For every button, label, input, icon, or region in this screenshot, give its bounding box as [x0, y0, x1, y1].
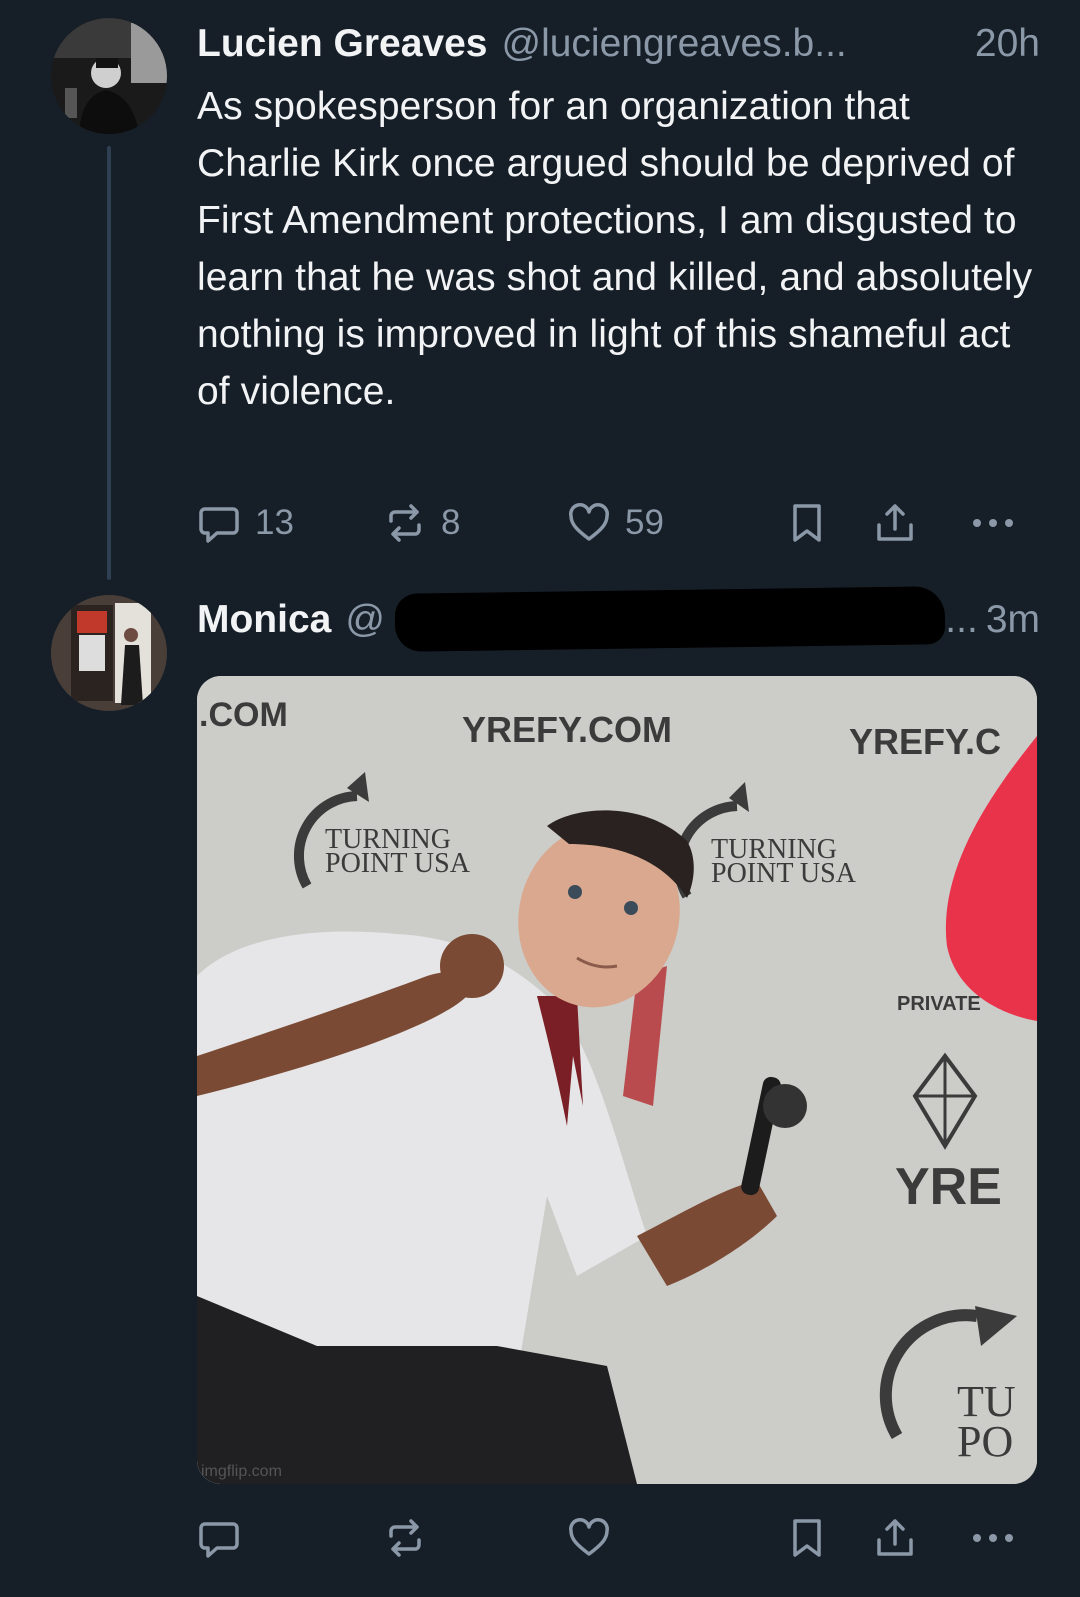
author-name[interactable]: Lucien Greaves: [197, 14, 487, 74]
redaction-scribble: [394, 586, 946, 652]
private-text: PRIVATE: [897, 993, 981, 1015]
repost-button[interactable]: 8: [383, 498, 460, 548]
action-bar: 13 8 59: [197, 498, 1037, 548]
bookmark-button[interactable]: [785, 498, 829, 548]
avatar-monica[interactable]: [51, 595, 167, 711]
share-icon: [877, 1519, 913, 1556]
avatar-image: [51, 18, 167, 134]
bookmark-icon: [793, 504, 821, 542]
sponsor-text: YREFY.C: [849, 721, 1001, 762]
reply-icon: [199, 507, 239, 543]
share-button[interactable]: [873, 498, 917, 548]
logo-text: POINT USA: [711, 858, 857, 889]
reply-button[interactable]: [197, 1513, 241, 1563]
repost-icon: [389, 504, 421, 542]
sponsor-text: YRE: [895, 1158, 1002, 1216]
post-header: Lucien Greaves @luciengreaves.b... 20h: [197, 14, 1040, 74]
logo-text: PO: [957, 1417, 1013, 1466]
heart-icon: [569, 1518, 609, 1556]
meme-image: .COM YREFY.COM YREFY.C YRE PRIVATE TURNI…: [197, 676, 1037, 1484]
avatar-image: [51, 595, 167, 711]
logo-text: POINT USA: [325, 848, 471, 879]
watermark-text: imgflip.com: [201, 1463, 282, 1480]
sponsor-text: .COM: [199, 696, 288, 734]
author-name[interactable]: Monica: [197, 590, 331, 650]
like-button[interactable]: 59: [567, 498, 664, 548]
thread-line: [107, 146, 111, 580]
like-button[interactable]: [567, 1513, 611, 1563]
reply-button[interactable]: 13: [197, 498, 294, 548]
author-handle[interactable]: @luciengreaves.b...: [501, 14, 846, 74]
author-handle-tail: ...: [945, 598, 978, 641]
post-time[interactable]: 20h: [975, 14, 1040, 74]
more-button[interactable]: [969, 498, 1017, 548]
post-feed: Lucien Greaves @luciengreaves.b... 20h A…: [0, 0, 1080, 1597]
post-text: As spokesperson for an organization that…: [197, 85, 1033, 413]
repost-button[interactable]: [383, 1513, 427, 1563]
reply-count: 13: [255, 503, 294, 542]
share-icon: [877, 504, 913, 541]
action-bar: [197, 1513, 1037, 1563]
author-handle[interactable]: @: [345, 590, 385, 650]
like-count: 59: [625, 503, 664, 542]
post-time[interactable]: 3m: [986, 590, 1040, 650]
repost-icon: [389, 1519, 421, 1557]
more-icon: [973, 1534, 1013, 1542]
reply-icon: [199, 1522, 239, 1558]
repost-count: 8: [441, 503, 461, 542]
post-image[interactable]: .COM YREFY.COM YREFY.C YRE PRIVATE TURNI…: [197, 676, 1037, 1484]
more-button[interactable]: [969, 1513, 1017, 1563]
heart-icon: [569, 503, 609, 541]
sponsor-text: YREFY.COM: [462, 709, 672, 750]
avatar-lucien[interactable]: [51, 18, 167, 134]
more-icon: [973, 519, 1013, 527]
bookmark-button[interactable]: [785, 1513, 829, 1563]
share-button[interactable]: [873, 1513, 917, 1563]
bookmark-icon: [793, 1519, 821, 1557]
